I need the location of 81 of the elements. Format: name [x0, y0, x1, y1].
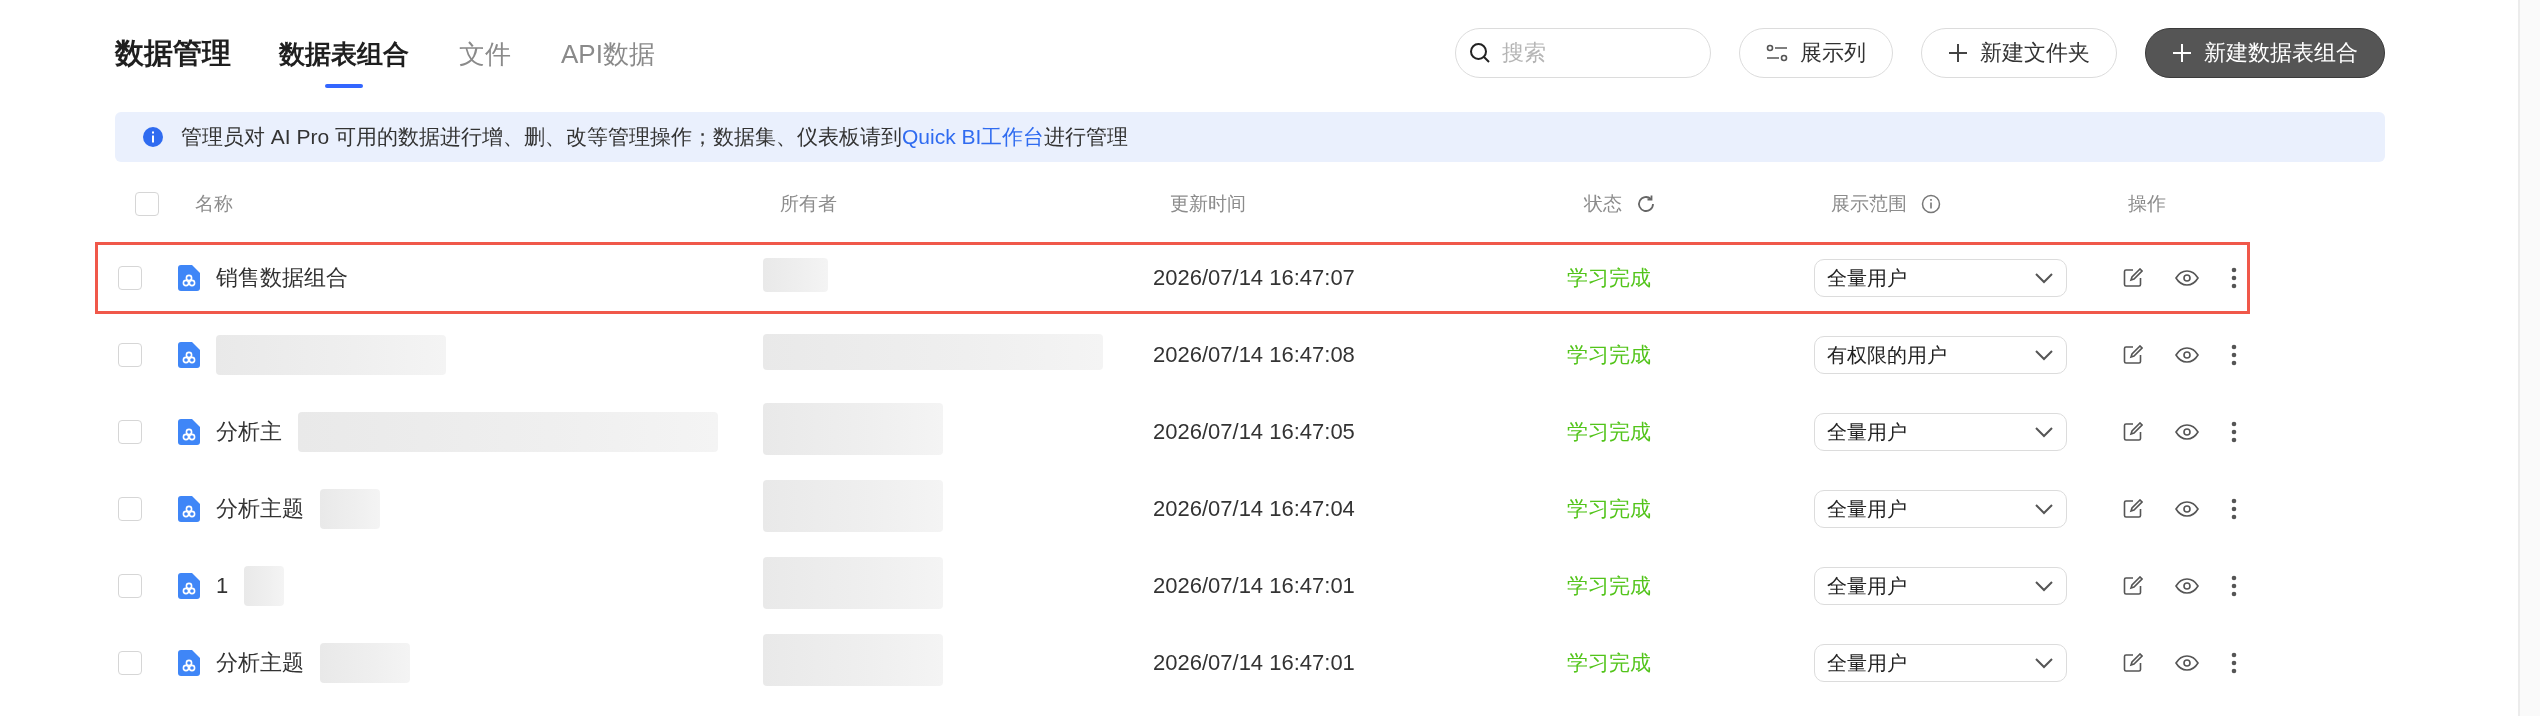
- new-table-group-button[interactable]: 新建数据表组合: [2145, 28, 2385, 78]
- column-header: 展示范围: [1831, 192, 1907, 216]
- status-text: 学习完成: [1567, 496, 1651, 522]
- row-checkbox[interactable]: [118, 574, 142, 598]
- chevron-down-icon: [2034, 426, 2054, 438]
- column-header: 操作: [2128, 192, 2166, 216]
- new-folder-button[interactable]: 新建文件夹: [1921, 28, 2117, 78]
- status-text: 学习完成: [1567, 573, 1651, 599]
- updated-time: 2026/07/14 16:47:08: [1153, 342, 1355, 368]
- table-name[interactable]: 销售数据组合: [216, 263, 348, 293]
- more-icon[interactable]: [2231, 267, 2237, 289]
- scope-select[interactable]: 全量用户: [1814, 490, 2067, 528]
- scope-select[interactable]: 全量用户: [1814, 413, 2067, 451]
- chevron-down-icon: [2034, 272, 2054, 284]
- refresh-icon[interactable]: [1636, 194, 1656, 214]
- chevron-down-icon: [2034, 503, 2054, 515]
- updated-time: 2026/07/14 16:47:01: [1153, 573, 1355, 599]
- edit-icon[interactable]: [2123, 653, 2143, 673]
- plus-icon: [1948, 43, 1968, 63]
- edit-icon[interactable]: [2123, 499, 2143, 519]
- column-header: 名称: [195, 192, 233, 216]
- eye-icon[interactable]: [2175, 270, 2199, 286]
- status-text: 学习完成: [1567, 650, 1651, 676]
- file-icon: [178, 650, 200, 676]
- more-icon[interactable]: [2231, 575, 2237, 597]
- table-name[interactable]: 分析主: [216, 417, 282, 447]
- updated-time: 2026/07/14 16:47:04: [1153, 496, 1355, 522]
- status-text: 学习完成: [1567, 342, 1651, 368]
- info-icon: [143, 127, 163, 147]
- columns-button[interactable]: 展示列: [1739, 28, 1893, 78]
- notice-text: 管理员对 AI Pro 可用的数据进行增、删、改等管理操作；数据集、仪表板请到Quick BI工作台进行管理: [181, 124, 1129, 150]
- status-text: 学习完成: [1567, 265, 1651, 291]
- edit-icon[interactable]: [2123, 345, 2143, 365]
- file-icon: [178, 419, 200, 445]
- row-checkbox[interactable]: [118, 651, 142, 675]
- updated-time: 2026/07/14 16:47:07: [1153, 265, 1355, 291]
- column-header: 所有者: [780, 192, 837, 216]
- eye-icon[interactable]: [2175, 578, 2199, 594]
- search-field[interactable]: 搜索: [1455, 28, 1711, 78]
- table-name[interactable]: 分析主题: [216, 494, 304, 524]
- more-icon[interactable]: [2231, 652, 2237, 674]
- eye-icon[interactable]: [2175, 655, 2199, 671]
- scope-select[interactable]: 有权限的用户: [1814, 336, 2067, 374]
- scope-select[interactable]: 全量用户: [1814, 259, 2067, 297]
- file-icon: [178, 342, 200, 368]
- row-checkbox[interactable]: [118, 420, 142, 444]
- row-checkbox[interactable]: [118, 343, 142, 367]
- column-header: 状态: [1584, 192, 1622, 216]
- scope-select[interactable]: 全量用户: [1814, 567, 2067, 605]
- table-name[interactable]: 分析主题: [216, 648, 304, 678]
- eye-icon[interactable]: [2175, 501, 2199, 517]
- sliders-icon: [1766, 44, 1788, 62]
- more-icon[interactable]: [2231, 498, 2237, 520]
- eye-icon[interactable]: [2175, 347, 2199, 363]
- edit-icon[interactable]: [2123, 422, 2143, 442]
- updated-time: 2026/07/14 16:47:01: [1153, 650, 1355, 676]
- page-title: 数据管理: [115, 36, 231, 71]
- edit-icon[interactable]: [2123, 268, 2143, 288]
- eye-icon[interactable]: [2175, 424, 2199, 440]
- plus-icon: [2172, 43, 2192, 63]
- search-icon: [1469, 42, 1491, 64]
- updated-time: 2026/07/14 16:47:05: [1153, 419, 1355, 445]
- row-checkbox[interactable]: [118, 266, 142, 290]
- chevron-down-icon: [2034, 349, 2054, 361]
- edit-icon[interactable]: [2123, 576, 2143, 596]
- more-icon[interactable]: [2231, 344, 2237, 366]
- info-icon[interactable]: [1921, 194, 1941, 214]
- table-name[interactable]: 1: [216, 573, 229, 599]
- file-icon: [178, 496, 200, 522]
- tab[interactable]: 数据表组合: [279, 20, 409, 88]
- column-header: 更新时间: [1170, 192, 1246, 216]
- select-all-checkbox[interactable]: [135, 192, 159, 216]
- file-icon: [178, 265, 200, 291]
- row-checkbox[interactable]: [118, 497, 142, 521]
- workbench-link[interactable]: Quick BI工作台: [902, 125, 1045, 148]
- scope-select[interactable]: 全量用户: [1814, 644, 2067, 682]
- more-icon[interactable]: [2231, 421, 2237, 443]
- chevron-down-icon: [2034, 580, 2054, 592]
- file-icon: [178, 573, 200, 599]
- chevron-down-icon: [2034, 657, 2054, 669]
- status-text: 学习完成: [1567, 419, 1651, 445]
